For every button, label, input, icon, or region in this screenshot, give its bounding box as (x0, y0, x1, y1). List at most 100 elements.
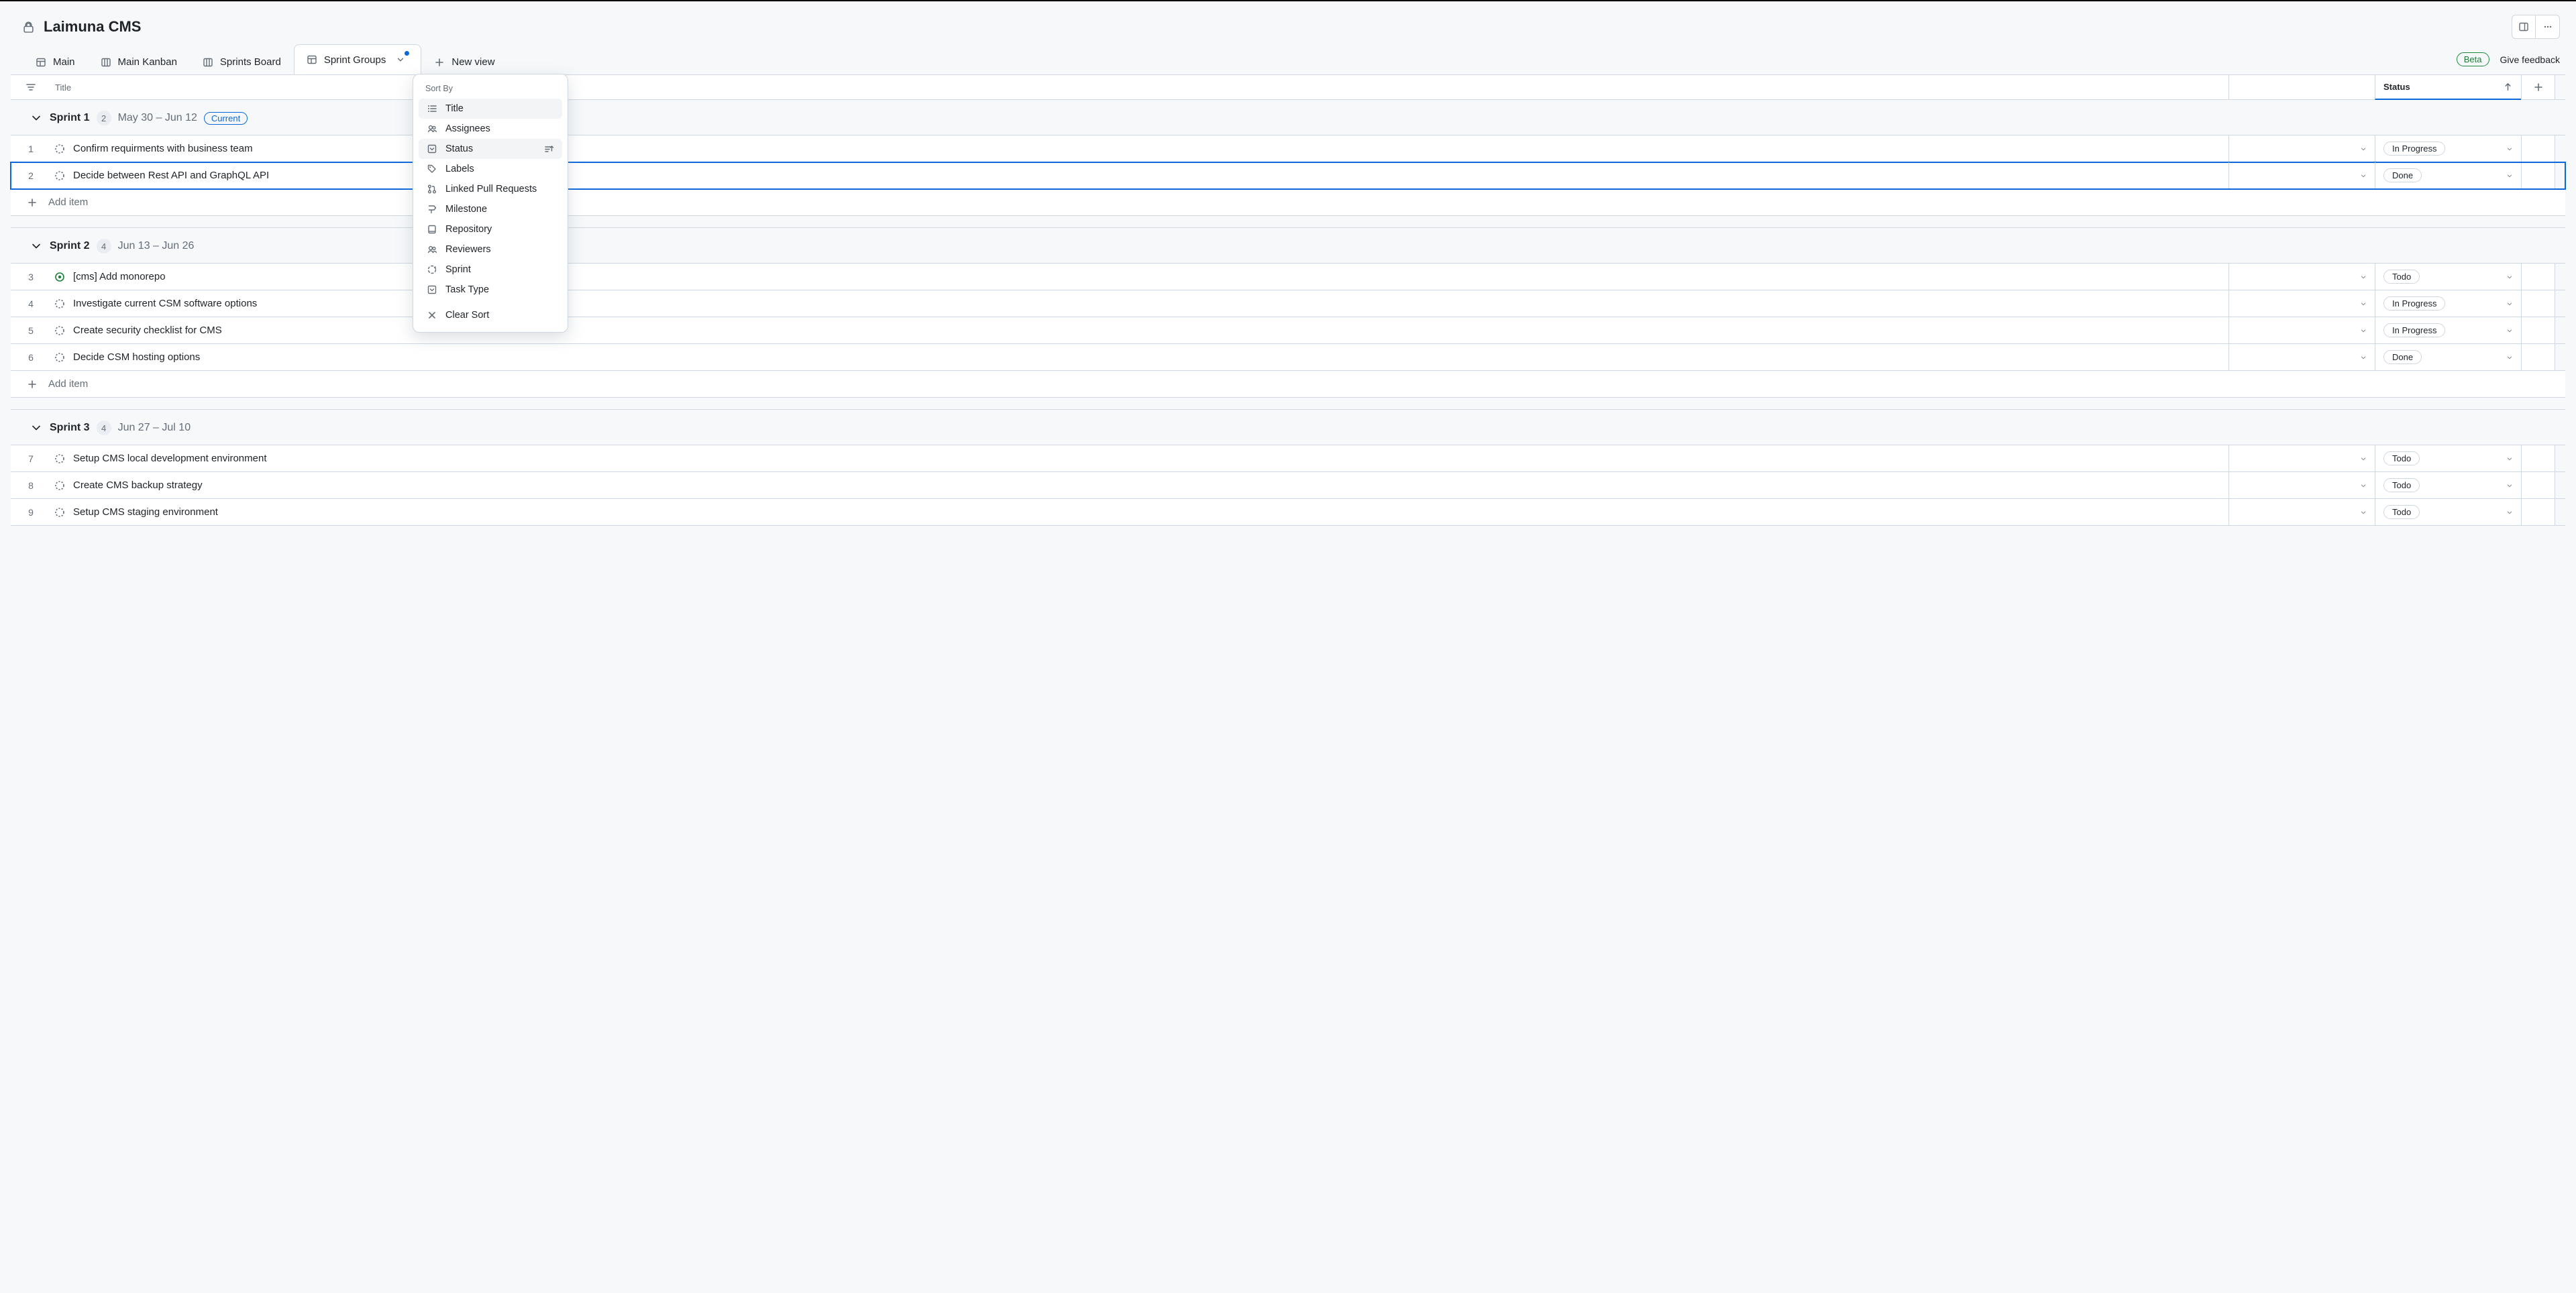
panel-toggle-button[interactable] (2512, 15, 2536, 39)
row-assignees-cell[interactable] (2229, 264, 2375, 290)
sort-option-reviewers[interactable]: Reviewers (419, 239, 562, 260)
row-number: 5 (11, 317, 51, 343)
row-title-cell[interactable]: Decide CSM hosting options (51, 344, 2229, 370)
filter-icon[interactable] (25, 82, 36, 93)
status-pill: In Progress (2383, 323, 2445, 337)
table-row[interactable]: 7 Setup CMS local development environmen… (11, 445, 2565, 472)
scrollbar-gutter (2555, 445, 2565, 471)
group-header[interactable]: Sprint 1 2 May 30 – Jun 12 Current (11, 100, 2565, 135)
row-title-cell[interactable]: Setup CMS staging environment (51, 499, 2229, 525)
scrollbar-gutter (2555, 472, 2565, 498)
row-title-cell[interactable]: Confirm requirments with business team (51, 135, 2229, 162)
tab-options-button[interactable] (392, 52, 409, 68)
caret-down-icon (2359, 353, 2368, 362)
row-status-cell[interactable]: Todo (2375, 264, 2521, 290)
scrollbar-gutter (2555, 162, 2565, 188)
sort-option-repository[interactable]: Repository (419, 219, 562, 239)
table-row[interactable]: 6 Decide CSM hosting options Done (11, 344, 2565, 371)
row-assignees-cell[interactable] (2229, 317, 2375, 343)
table-row[interactable]: 8 Create CMS backup strategy Todo (11, 472, 2565, 499)
row-title-cell[interactable]: Create security checklist for CMS (51, 317, 2229, 343)
row-assignees-cell[interactable] (2229, 290, 2375, 317)
row-assignees-cell[interactable] (2229, 472, 2375, 498)
sort-option-sprint[interactable]: Sprint (419, 260, 562, 280)
caret-down-icon (2505, 481, 2514, 490)
caret-down-icon (2359, 454, 2368, 463)
column-status[interactable]: Status (2375, 75, 2521, 100)
give-feedback-link[interactable]: Give feedback (2500, 54, 2561, 65)
issue-draft-icon (54, 170, 65, 181)
add-item-row[interactable]: Add item (11, 189, 2565, 216)
group-header[interactable]: Sprint 3 4 Jun 27 – Jul 10 (11, 410, 2565, 445)
row-status-cell[interactable]: Done (2375, 162, 2521, 188)
more-menu-button[interactable] (2536, 15, 2560, 39)
table-row[interactable]: 4 Investigate current CSM software optio… (11, 290, 2565, 317)
tab-main[interactable]: Main (23, 49, 88, 74)
row-status-cell[interactable]: Todo (2375, 472, 2521, 498)
tab-label: Main Kanban (118, 56, 177, 68)
tab-main-kanban[interactable]: Main Kanban (88, 49, 190, 74)
row-title-cell[interactable]: Decide between Rest API and GraphQL API (51, 162, 2229, 188)
kebab-icon (2542, 21, 2553, 32)
row-status-cell[interactable]: Todo (2375, 445, 2521, 471)
table-row[interactable]: 5 Create security checklist for CMS In P… (11, 317, 2565, 344)
row-assignees-cell[interactable] (2229, 344, 2375, 370)
pr-icon (427, 184, 437, 194)
sort-option-assignees[interactable]: Assignees (419, 119, 562, 139)
row-status-cell[interactable]: In Progress (2375, 317, 2521, 343)
row-title-cell[interactable]: [cms] Add monorepo (51, 264, 2229, 290)
caret-down-icon (2505, 353, 2514, 362)
sort-option-status[interactable]: Status (419, 139, 562, 159)
caret-down-icon (2359, 171, 2368, 180)
sort-option-milestone[interactable]: Milestone (419, 199, 562, 219)
sort-option-labels[interactable]: Labels (419, 159, 562, 179)
table-row[interactable]: 3 [cms] Add monorepo Todo (11, 264, 2565, 290)
tab-sprint-groups[interactable]: Sprint Groups (294, 44, 422, 74)
row-assignees-cell[interactable] (2229, 445, 2375, 471)
table-row[interactable]: 9 Setup CMS staging environment Todo (11, 499, 2565, 526)
caret-down-icon (2359, 326, 2368, 335)
row-title-cell[interactable]: Setup CMS local development environment (51, 445, 2229, 471)
clear-sort-item[interactable]: Clear Sort (419, 305, 562, 325)
sort-option-task-type[interactable]: Task Type (419, 280, 562, 300)
plus-icon (27, 379, 38, 390)
chevron-down-icon (31, 423, 43, 433)
tab-label: Main (53, 56, 75, 68)
row-status-cell[interactable]: Todo (2375, 499, 2521, 525)
column-title[interactable]: Title (51, 75, 2229, 99)
plus-icon (2533, 82, 2544, 93)
row-status-cell[interactable]: Done (2375, 344, 2521, 370)
row-status-cell[interactable]: In Progress (2375, 135, 2521, 162)
tab-sprints-board[interactable]: Sprints Board (190, 49, 294, 74)
column-title-label: Title (55, 82, 71, 93)
board-icon (101, 57, 111, 68)
status-pill: In Progress (2383, 142, 2445, 156)
caret-down-icon (2359, 272, 2368, 282)
project-title: Laimuna CMS (44, 18, 141, 36)
row-title-cell[interactable]: Investigate current CSM software options (51, 290, 2229, 317)
table-row[interactable]: 2 Decide between Rest API and GraphQL AP… (11, 162, 2565, 189)
tag-icon (427, 164, 437, 174)
new-view-button[interactable]: New view (421, 49, 507, 74)
row-assignees-cell[interactable] (2229, 162, 2375, 188)
row-title-cell[interactable]: Create CMS backup strategy (51, 472, 2229, 498)
group-header[interactable]: Sprint 2 4 Jun 13 – Jun 26 (11, 228, 2565, 263)
column-assignees[interactable] (2229, 75, 2375, 99)
sort-option-title[interactable]: Title (419, 99, 562, 119)
select-icon (427, 284, 437, 295)
sort-option-linked-pull-requests[interactable]: Linked Pull Requests (419, 179, 562, 199)
row-status-cell[interactable]: In Progress (2375, 290, 2521, 317)
add-item-row[interactable]: Add item (11, 371, 2565, 398)
row-extra-cell (2521, 162, 2555, 188)
add-column-button[interactable] (2521, 75, 2555, 99)
issue-draft-icon (54, 144, 65, 154)
row-extra-cell (2521, 344, 2555, 370)
caret-down-icon (2505, 454, 2514, 463)
row-assignees-cell[interactable] (2229, 135, 2375, 162)
sort-option-label: Sprint (445, 264, 471, 275)
row-assignees-cell[interactable] (2229, 499, 2375, 525)
table-row[interactable]: 1 Confirm requirments with business team… (11, 135, 2565, 162)
scrollbar-gutter (2555, 264, 2565, 290)
issue-draft-icon (54, 507, 65, 518)
plus-icon (434, 57, 445, 68)
